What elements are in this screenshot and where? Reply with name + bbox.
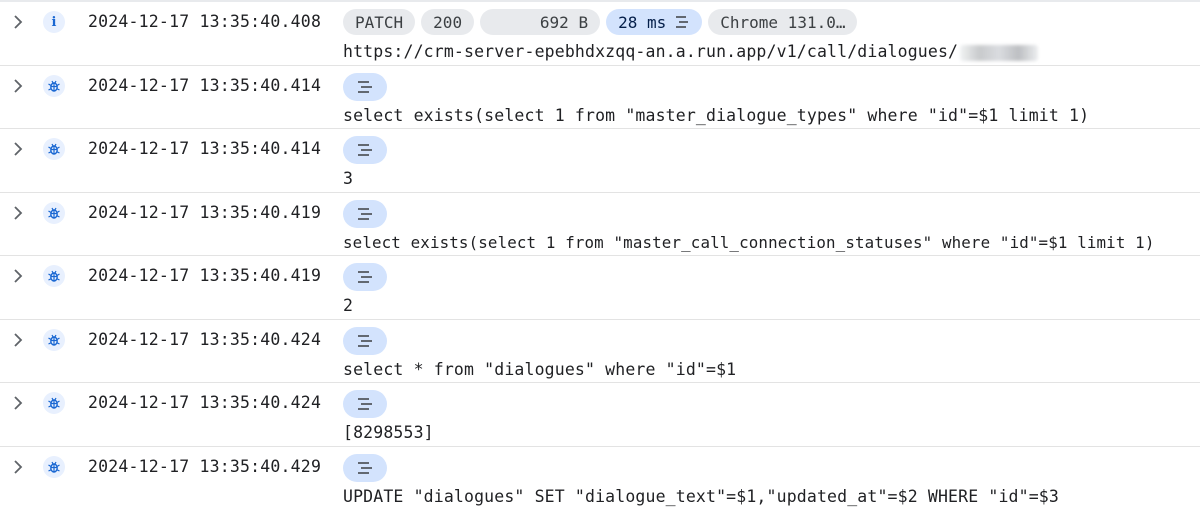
log-message: https://crm-server-epebhdxzqq-an.a.run.a… (343, 42, 1039, 61)
summary-fields-button[interactable] (343, 136, 387, 164)
log-message: 2 (343, 296, 354, 315)
user-agent-chip[interactable]: Chrome 131.0… (708, 9, 858, 35)
request-chips: PATCH 200 692 B 28 ms Chrome 131.0… (343, 9, 858, 35)
log-timestamp: 2024-12-17 13:35:40.429 (88, 456, 322, 476)
size-chip[interactable]: 692 B (480, 9, 601, 35)
log-message: 3 (343, 169, 354, 188)
summary-chips (343, 390, 387, 418)
chevron-right-icon[interactable] (8, 139, 28, 159)
bug-icon (43, 265, 65, 287)
chevron-right-icon[interactable] (8, 330, 28, 350)
bug-icon (43, 201, 65, 224)
summary-fields-button[interactable] (343, 390, 387, 418)
log-timestamp: 2024-12-17 13:35:40.408 (88, 12, 322, 31)
latency-value: 28 ms (618, 12, 667, 32)
log-timestamp: 2024-12-17 13:35:40.419 (88, 266, 322, 285)
summary-lines-icon (358, 398, 372, 410)
method-chip[interactable]: PATCH (343, 9, 416, 35)
bug-icon (43, 328, 65, 351)
log-message: select exists(select 1 from "master_dial… (343, 105, 1090, 125)
summary-fields-button[interactable] (343, 453, 387, 482)
info-icon: i (43, 11, 65, 33)
log-message: select * from "dialogues" where "id"=$1 (343, 359, 737, 379)
log-timestamp: 2024-12-17 13:35:40.424 (88, 329, 322, 349)
bug-icon (43, 392, 65, 414)
summary-chips (343, 136, 387, 164)
summary-fields-button[interactable] (343, 72, 387, 101)
chevron-right-icon[interactable] (8, 266, 28, 286)
log-entry[interactable]: 2024-12-17 13:35:40.424 select * from "d… (0, 320, 1200, 383)
log-message: UPDATE "dialogues" SET "dialogue_text"=$… (343, 486, 1059, 506)
chevron-right-icon[interactable] (8, 12, 28, 32)
summary-fields-button[interactable] (343, 199, 387, 228)
summary-lines-icon (358, 207, 372, 220)
log-entry[interactable]: 2024-12-17 13:35:40.414 3 (0, 129, 1200, 193)
chevron-right-icon[interactable] (8, 203, 28, 223)
log-entries-list: i 2024-12-17 13:35:40.408 PATCH 200 692 … (0, 2, 1200, 510)
summary-chips (343, 199, 387, 228)
bug-icon (43, 455, 65, 478)
bug-icon (43, 138, 65, 160)
summary-lines-icon (358, 461, 372, 474)
chevron-right-icon[interactable] (8, 76, 28, 96)
summary-chips (343, 263, 387, 291)
log-entry[interactable]: i 2024-12-17 13:35:40.408 PATCH 200 692 … (0, 2, 1200, 66)
log-timestamp: 2024-12-17 13:35:40.414 (88, 139, 322, 158)
log-entry[interactable]: 2024-12-17 13:35:40.414 select exists(se… (0, 66, 1200, 129)
latency-chip[interactable]: 28 ms (606, 9, 703, 35)
summary-chips (343, 453, 387, 482)
summary-fields-button[interactable] (343, 263, 387, 291)
log-entry[interactable]: 2024-12-17 13:35:40.424 [8298553] (0, 383, 1200, 447)
log-timestamp: 2024-12-17 13:35:40.414 (88, 75, 322, 95)
log-entry[interactable]: 2024-12-17 13:35:40.419 2 (0, 256, 1200, 320)
redacted-id (960, 44, 1039, 61)
status-chip[interactable]: 200 (421, 9, 475, 35)
summary-lines-icon (358, 80, 372, 93)
log-entry[interactable]: 2024-12-17 13:35:40.419 select exists(se… (0, 193, 1200, 256)
chevron-right-icon[interactable] (8, 457, 28, 477)
chevron-right-icon[interactable] (8, 393, 28, 413)
summary-chips (343, 326, 387, 355)
log-entry[interactable]: 2024-12-17 13:35:40.429 UPDATE "dialogue… (0, 447, 1200, 511)
summary-fields-button[interactable] (343, 326, 387, 355)
log-timestamp: 2024-12-17 13:35:40.424 (88, 393, 322, 412)
bug-icon (43, 74, 65, 97)
summary-lines-icon (358, 144, 372, 156)
summary-lines-icon (358, 271, 372, 283)
summary-lines-icon (676, 16, 689, 28)
summary-chips (343, 72, 387, 101)
log-timestamp: 2024-12-17 13:35:40.419 (88, 202, 322, 222)
log-message: select exists(select 1 from "master_call… (343, 232, 1155, 252)
summary-lines-icon (358, 334, 372, 347)
request-url[interactable]: https://crm-server-epebhdxzqq-an.a.run.a… (343, 42, 958, 61)
log-message: [8298553] (343, 423, 434, 442)
